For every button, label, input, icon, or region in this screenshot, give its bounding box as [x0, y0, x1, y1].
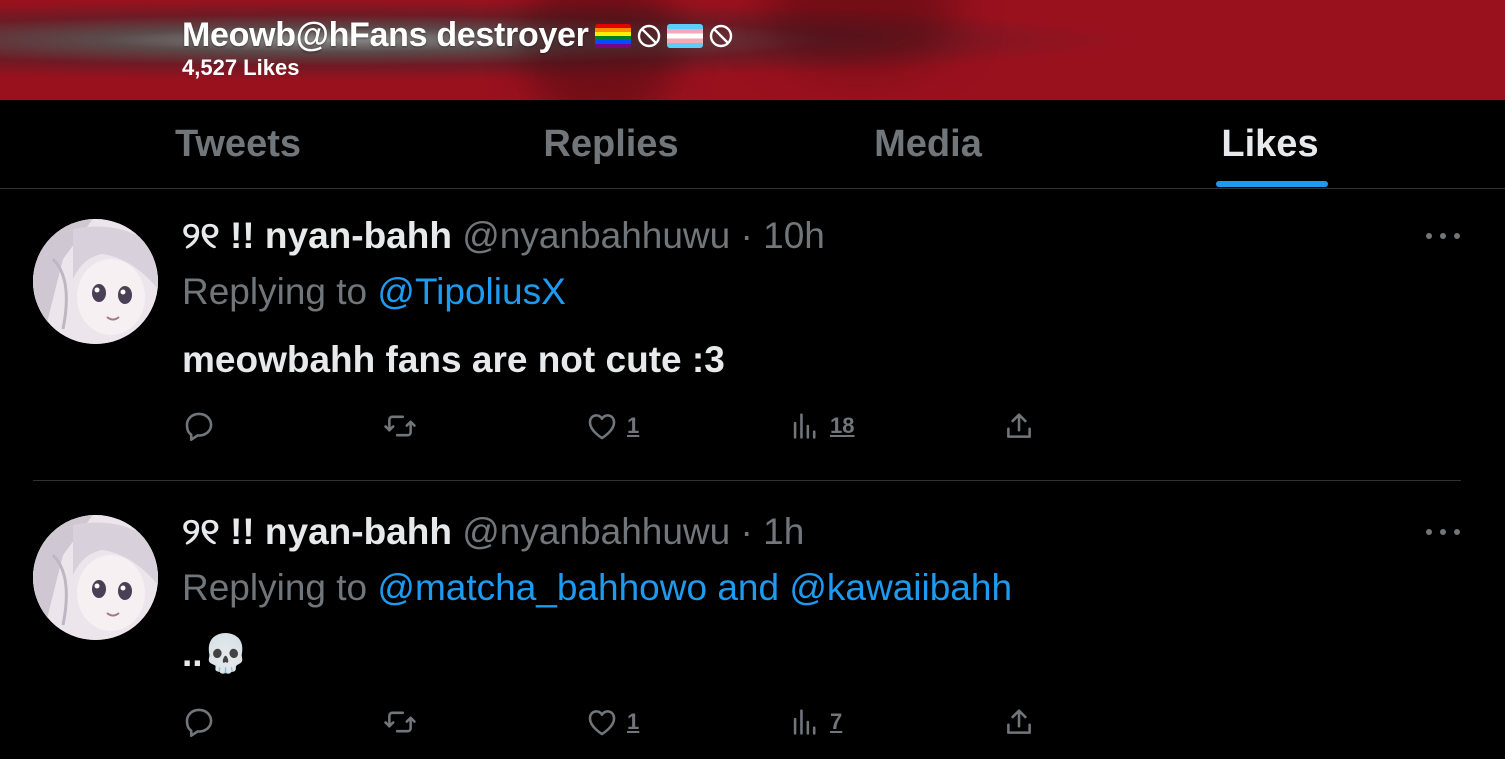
- mention-link[interactable]: @matcha_bahhowo and @kawaiibahh: [377, 567, 1012, 608]
- share-icon: [1007, 413, 1031, 438]
- reply-button[interactable]: [182, 409, 216, 443]
- banner-decoration: [760, 0, 960, 70]
- retweet-icon: [384, 711, 416, 733]
- tweet-header: ୨୧ !! nyan-bahh @nyanbahhuwu · 1h: [182, 511, 804, 554]
- tweet[interactable]: ୨୧ !! nyan-bahh @nyanbahhuwu · 1h Replyi…: [0, 485, 1505, 759]
- reply-button[interactable]: [182, 705, 216, 739]
- transgender-flag-icon: [666, 23, 703, 48]
- likes-count: 4,527 Likes: [182, 55, 300, 80]
- more-options-icon[interactable]: [1426, 525, 1460, 539]
- reply-icon: [185, 708, 213, 738]
- no-entry-icon: [637, 24, 660, 47]
- reply-icon: [185, 412, 213, 442]
- share-icon: [1007, 709, 1031, 734]
- replying-label: Replying to: [182, 271, 368, 312]
- retweet-button[interactable]: [383, 705, 417, 739]
- tab-replies[interactable]: Replies: [493, 100, 729, 188]
- anime-avatar-image: [33, 219, 158, 344]
- mention-link[interactable]: @TipoliusX: [377, 271, 565, 312]
- anime-avatar-image: [33, 515, 158, 640]
- separator-dot: ·: [740, 215, 753, 256]
- display-name[interactable]: ୨୧ !! nyan-bahh: [182, 511, 452, 552]
- replying-to: Replying to @matcha_bahhowo and @kawaiib…: [182, 567, 1012, 609]
- like-count: 1: [627, 413, 640, 438]
- analytics-icon: [793, 413, 816, 439]
- tab-tweets[interactable]: Tweets: [120, 100, 356, 188]
- profile-tabs: Tweets Replies Media Likes: [0, 100, 1505, 189]
- handle[interactable]: @nyanbahhuwu: [462, 511, 730, 552]
- views-button[interactable]: 18: [788, 409, 854, 443]
- heart-icon: [588, 414, 616, 440]
- like-button[interactable]: 1: [585, 409, 639, 443]
- share-button[interactable]: [1002, 409, 1036, 443]
- tweet-header: ୨୧ !! nyan-bahh @nyanbahhuwu · 10h: [182, 215, 825, 258]
- retweet-button[interactable]: [383, 409, 417, 443]
- share-button[interactable]: [1002, 705, 1036, 739]
- avatar[interactable]: [33, 219, 158, 344]
- separator-dot: ·: [740, 511, 753, 552]
- views-button[interactable]: 7: [788, 705, 842, 739]
- like-button[interactable]: 1: [585, 705, 639, 739]
- handle[interactable]: @nyanbahhuwu: [462, 215, 730, 256]
- analytics-icon: [793, 709, 816, 735]
- rainbow-flag-icon: [594, 23, 631, 48]
- profile-name: Meowb@hFans destroyer: [182, 16, 589, 54]
- tab-media[interactable]: Media: [810, 100, 1046, 188]
- replying-to: Replying to @TipoliusX: [182, 271, 566, 313]
- tweet-text: ..💀: [182, 633, 249, 674]
- tweet-text: meowbahh fans are not cute :3: [182, 339, 725, 380]
- avatar[interactable]: [33, 515, 158, 640]
- timestamp[interactable]: 1h: [763, 511, 804, 552]
- retweet-icon: [384, 415, 416, 437]
- more-options-icon[interactable]: [1426, 229, 1460, 243]
- display-name[interactable]: ୨୧ !! nyan-bahh: [182, 215, 452, 256]
- tweet[interactable]: ୨୧ !! nyan-bahh @nyanbahhuwu · 10h Reply…: [0, 189, 1505, 480]
- active-tab-indicator: [1216, 181, 1328, 187]
- view-count: 18: [830, 413, 855, 438]
- divider: [33, 480, 1461, 481]
- profile-header: Meowb@hFans destroyer 4,527 Likes: [0, 0, 1505, 100]
- tab-likes[interactable]: Likes: [1152, 100, 1388, 188]
- no-entry-icon: [709, 24, 732, 47]
- replying-label: Replying to: [182, 567, 368, 608]
- like-count: 1: [627, 709, 640, 734]
- profile-name-row: Meowb@hFans destroyer: [182, 16, 733, 55]
- timestamp[interactable]: 10h: [763, 215, 825, 256]
- heart-icon: [588, 710, 616, 736]
- view-count: 7: [830, 709, 843, 734]
